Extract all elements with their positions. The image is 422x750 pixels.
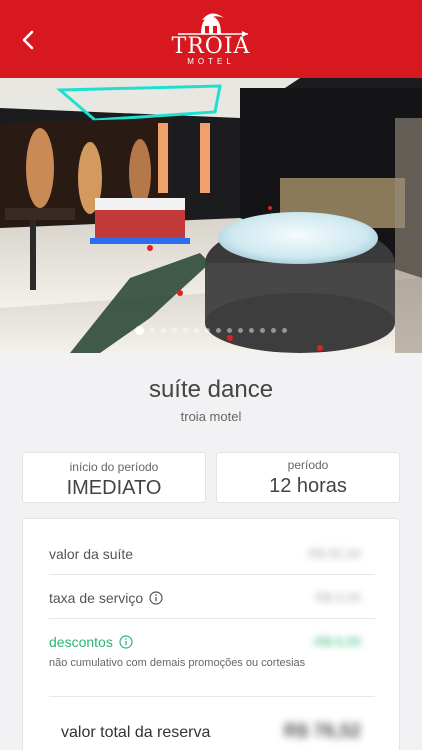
discounts-label: descontos (49, 634, 113, 650)
divider (49, 696, 375, 697)
carousel-dots (0, 325, 422, 335)
carousel-dot[interactable] (238, 327, 243, 333)
suite-value: R$ 82,00 (308, 546, 361, 561)
carousel-dot[interactable] (194, 327, 199, 333)
carousel-dot[interactable] (205, 327, 210, 333)
divider (49, 574, 375, 575)
troia-motel-logo: TROIA MOTEL (168, 10, 254, 66)
carousel-dot[interactable] (216, 327, 221, 333)
period-value: 12 horas (269, 475, 347, 497)
info-icon[interactable] (119, 635, 133, 649)
total-label: valor total da reserva (61, 724, 211, 741)
discounts-row: descontos -R$ 6,00 não cumulativo com de… (49, 633, 375, 670)
carousel-dot[interactable] (172, 327, 177, 333)
period-box[interactable]: período 12 horas (216, 452, 400, 503)
service-fee-row: taxa de serviço R$ 0,00 (49, 589, 375, 607)
price-summary-card: valor da suíte R$ 82,00 taxa de serviço … (22, 518, 400, 750)
period-start-box[interactable]: início do período IMEDIATO (22, 452, 206, 503)
suite-photo-carousel[interactable] (0, 78, 422, 353)
carousel-dot[interactable] (135, 325, 144, 335)
discounts-note: não cumulativo com demais promoções ou c… (49, 657, 306, 669)
service-fee-value: R$ 0,00 (315, 590, 361, 605)
discounts-value: -R$ 6,00 (311, 634, 361, 649)
period-start-label: início do período (69, 460, 159, 474)
period-label: período (287, 458, 329, 472)
logo-subtitle: MOTEL (187, 57, 235, 66)
carousel-dot[interactable] (183, 327, 188, 333)
divider (49, 618, 375, 619)
app-header: TROIA MOTEL (0, 0, 422, 78)
carousel-dot[interactable] (150, 327, 155, 333)
carousel-dot[interactable] (249, 327, 254, 333)
carousel-dot[interactable] (271, 327, 276, 333)
carousel-dot[interactable] (260, 327, 265, 333)
chevron-left-icon (22, 30, 34, 50)
logo-wordmark: TROIA (171, 34, 251, 59)
info-icon[interactable] (149, 591, 163, 605)
motel-name: troia motel (180, 409, 242, 424)
carousel-dot[interactable] (161, 327, 166, 333)
service-fee-label: taxa de serviço (49, 590, 144, 606)
suite-photo (0, 78, 422, 353)
period-start-value: IMEDIATO (66, 477, 162, 499)
back-button[interactable] (14, 26, 42, 54)
carousel-dot[interactable] (227, 327, 232, 333)
total-value: R$ 76,52 (283, 721, 361, 742)
carousel-dot[interactable] (282, 327, 287, 333)
suite-name: suíte dance (148, 376, 274, 403)
suite-value-row: valor da suíte R$ 82,00 (49, 545, 375, 563)
